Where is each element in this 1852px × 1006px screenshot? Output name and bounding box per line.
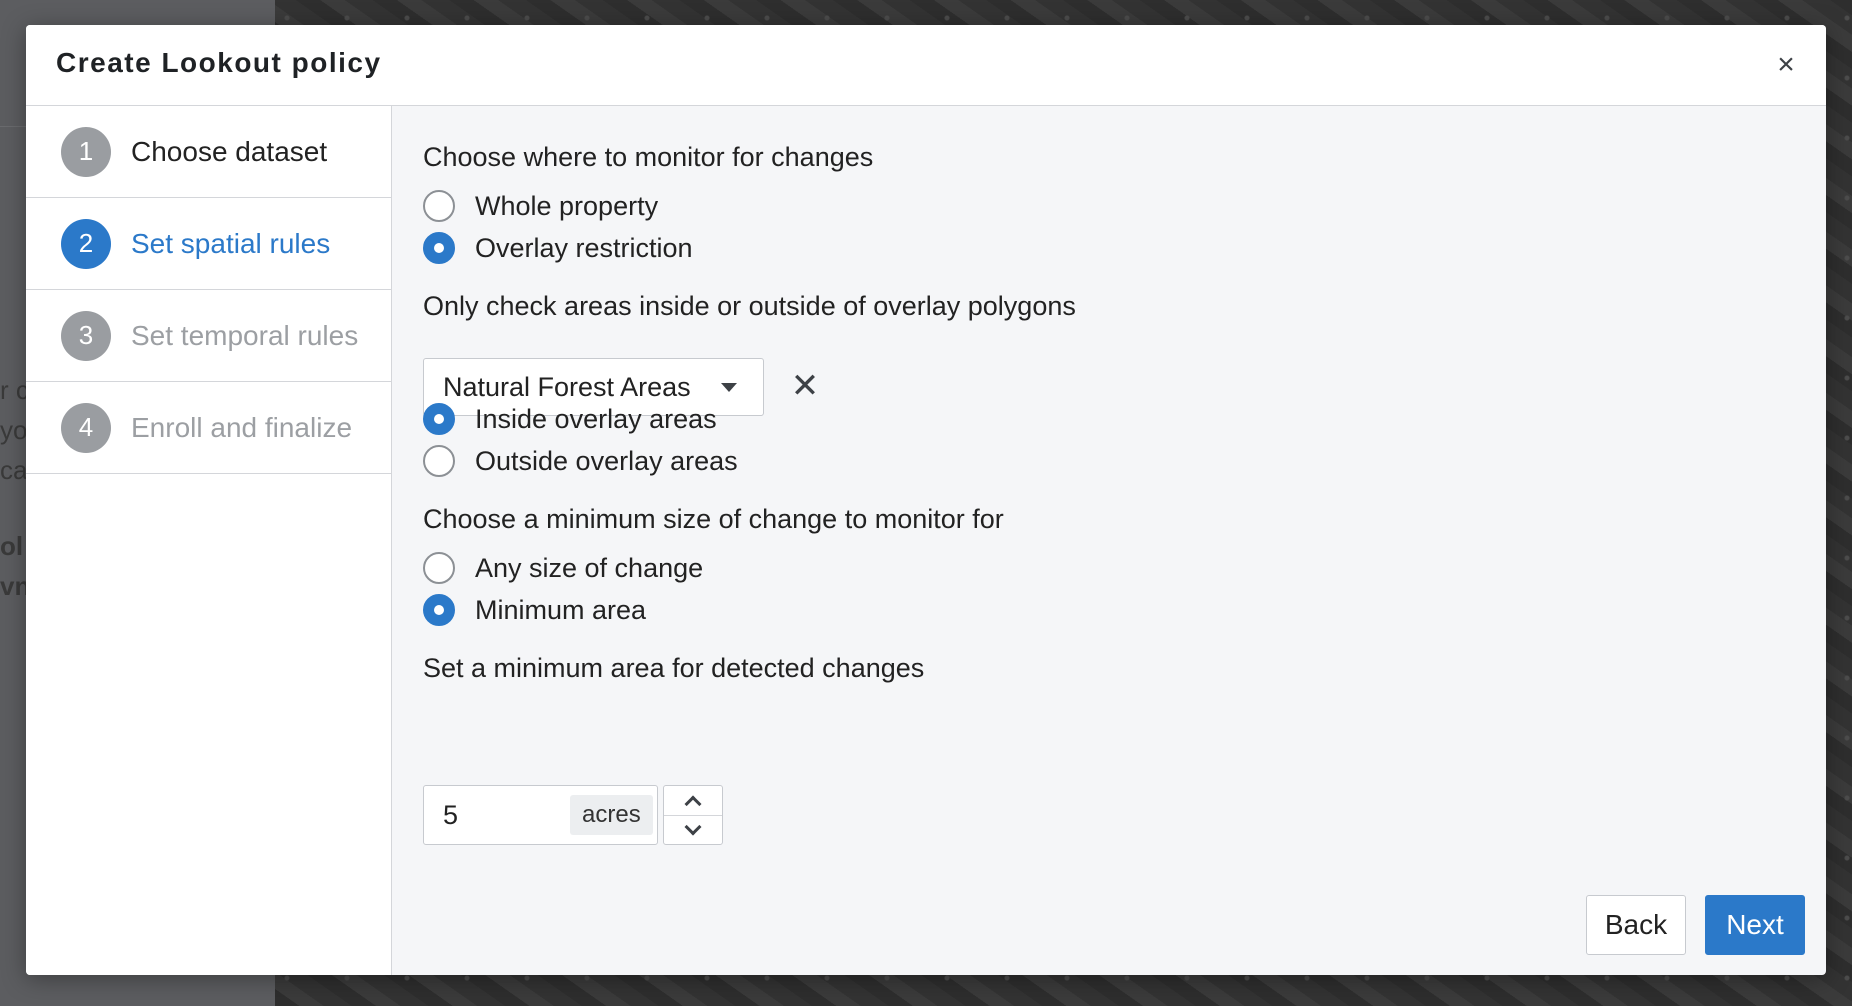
- quantity-stepper[interactable]: [663, 785, 723, 845]
- step-label: Enroll and finalize: [131, 411, 353, 443]
- backdrop-text: yo: [0, 415, 28, 445]
- radio-label: Any size of change: [475, 552, 704, 583]
- modal-header: Create Lookout policy ×: [26, 25, 1826, 106]
- radio-overlay-restriction[interactable]: Overlay restriction: [423, 231, 693, 265]
- min-size-label: Choose a minimum size of change to monit…: [423, 504, 1004, 534]
- close-icon: ×: [1777, 48, 1795, 81]
- step-label: Set spatial rules: [131, 227, 331, 259]
- radio-whole-property[interactable]: Whole property: [423, 189, 658, 223]
- monitor-where-label: Choose where to monitor for changes: [423, 142, 874, 172]
- backdrop-text: ol: [0, 531, 24, 561]
- decrement-button[interactable]: [664, 815, 722, 844]
- step-choose-dataset[interactable]: 1 Choose dataset: [26, 106, 391, 198]
- step-number: 2: [61, 218, 111, 269]
- step-number: 4: [61, 402, 111, 453]
- radio-label: Outside overlay areas: [475, 445, 738, 476]
- overlay-select-value: Natural Forest Areas: [443, 371, 691, 402]
- step-enroll-and-finalize[interactable]: 4 Enroll and finalize: [26, 382, 391, 474]
- radio-minimum-area[interactable]: Minimum area: [423, 593, 646, 627]
- step-number: 3: [61, 310, 111, 361]
- modal-title: Create Lookout policy: [56, 47, 382, 78]
- min-area-input[interactable]: [424, 786, 564, 844]
- radio-button[interactable]: [423, 552, 455, 584]
- chevron-up-icon: [684, 795, 702, 812]
- clear-icon: ✕: [790, 367, 820, 405]
- clear-overlay-button[interactable]: ✕: [783, 364, 827, 408]
- radio-button[interactable]: [423, 445, 455, 477]
- step-set-temporal-rules[interactable]: 3 Set temporal rules: [26, 290, 391, 382]
- radio-any-size[interactable]: Any size of change: [423, 551, 703, 585]
- create-policy-modal: Create Lookout policy × 1 Choose dataset…: [26, 25, 1826, 975]
- backdrop-text: r c: [0, 375, 29, 405]
- radio-button[interactable]: [423, 594, 455, 626]
- next-button[interactable]: Next: [1705, 895, 1805, 955]
- radio-label: Inside overlay areas: [475, 403, 717, 434]
- radio-inside-overlay[interactable]: Inside overlay areas: [423, 402, 717, 436]
- radio-label: Minimum area: [475, 594, 647, 625]
- radio-label: Overlay restriction: [475, 232, 693, 263]
- min-area-label: Set a minimum area for detected changes: [423, 653, 925, 683]
- step-set-spatial-rules[interactable]: 2 Set spatial rules: [26, 198, 391, 290]
- increment-button[interactable]: [664, 786, 722, 815]
- min-area-input-group: acres: [423, 785, 658, 845]
- step-label: Choose dataset: [131, 135, 328, 167]
- radio-label: Whole property: [475, 190, 659, 221]
- chevron-down-icon: [721, 383, 737, 392]
- step-label: Set temporal rules: [131, 319, 359, 351]
- step-number: 1: [61, 126, 111, 177]
- back-button[interactable]: Back: [1586, 895, 1686, 955]
- radio-button[interactable]: [423, 190, 455, 222]
- wizard-steps: 1 Choose dataset 2 Set spatial rules 3 S…: [26, 106, 392, 975]
- overlay-label: Only check areas inside or outside of ov…: [423, 291, 1076, 321]
- close-button[interactable]: ×: [1772, 48, 1800, 81]
- radio-button[interactable]: [423, 232, 455, 264]
- backdrop-text: ca: [0, 455, 28, 485]
- radio-button[interactable]: [423, 403, 455, 435]
- chevron-down-icon: [684, 818, 702, 836]
- radio-outside-overlay[interactable]: Outside overlay areas: [423, 444, 738, 478]
- unit-badge: acres: [570, 795, 653, 835]
